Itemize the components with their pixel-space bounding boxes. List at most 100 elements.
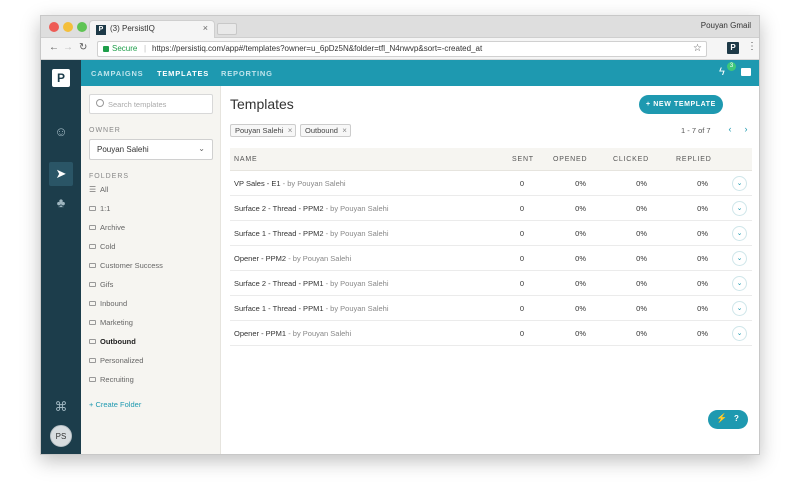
template-name-cell[interactable]: VP Sales - E1 - by Pouyan Salehi [234, 179, 346, 188]
column-header-opened[interactable]: OPENED [553, 156, 587, 163]
column-header-name[interactable]: NAME [234, 156, 257, 163]
template-name-cell[interactable]: Surface 2 - Thread - PPM1 - by Pouyan Sa… [234, 279, 389, 288]
avatar[interactable]: PS [50, 425, 72, 447]
help-icon[interactable]: ? [734, 414, 739, 423]
column-header-clicked[interactable]: CLICKED [613, 156, 649, 163]
tab-close-icon[interactable]: × [203, 23, 208, 33]
folder-label: 1:1 [100, 204, 111, 213]
close-window-button[interactable] [49, 22, 59, 32]
create-folder-link[interactable]: + Create Folder [89, 400, 141, 409]
chevron-down-icon[interactable]: ⌄ [732, 226, 747, 241]
clicked-cell: 0% [636, 329, 647, 338]
folder-label: Archive [100, 223, 126, 232]
persistiq-logo[interactable]: P [52, 69, 70, 87]
sent-cell: 0 [519, 304, 524, 313]
template-name-cell[interactable]: Opener - PPM1 - by Pouyan Salehi [234, 329, 351, 338]
folder-item-1-1[interactable]: 1:1 [89, 203, 213, 217]
nav-campaigns[interactable]: CAMPAIGNS [91, 69, 143, 78]
clicked-cell: 0% [636, 304, 647, 313]
table-row[interactable]: Opener - PPM2 - by Pouyan Salehi 0 0% 0%… [230, 246, 752, 271]
browser-tab[interactable]: P (3) PersistIQ × [89, 20, 215, 38]
folder-item-gifs[interactable]: Gifs [89, 279, 213, 293]
chevron-down-icon[interactable]: ⌄ [732, 201, 747, 216]
send-icon[interactable]: ➤ [49, 162, 73, 186]
folder-icon [89, 282, 96, 287]
bookmark-star-icon[interactable]: ☆ [693, 43, 702, 54]
folder-item-personalized[interactable]: Personalized [89, 355, 213, 369]
replied-cell: 0% [697, 329, 708, 338]
back-arrow-icon[interactable]: ← [49, 42, 59, 53]
template-name-cell[interactable]: Surface 1 - Thread - PPM1 - by Pouyan Sa… [234, 304, 389, 313]
table-row[interactable]: VP Sales - E1 - by Pouyan Salehi 0 0% 0%… [230, 171, 752, 196]
minimize-window-button[interactable] [63, 22, 73, 32]
table-row[interactable]: Surface 2 - Thread - PPM1 - by Pouyan Sa… [230, 271, 752, 296]
opened-cell: 0% [575, 179, 586, 188]
chevron-down-icon[interactable]: ⌄ [732, 276, 747, 291]
help-widget[interactable]: ⚡ ? [708, 410, 748, 429]
template-name: Surface 2 - Thread - PPM1 [234, 279, 324, 288]
folder-icon [89, 377, 96, 382]
folder-icon [89, 320, 96, 325]
nav-templates[interactable]: TEMPLATES [157, 69, 209, 78]
template-owner: - by Pouyan Salehi [323, 229, 389, 238]
chevron-left-icon[interactable]: ‹ [723, 123, 737, 137]
folder-item-inbound[interactable]: Inbound [89, 298, 213, 312]
extension-icon[interactable]: P [727, 42, 739, 54]
lightning-bolt-icon[interactable]: ϟ [719, 66, 725, 78]
top-nav: CAMPAIGNS TEMPLATES REPORTING ϟ 3 [81, 60, 759, 86]
column-header-replied[interactable]: REPLIED [676, 156, 712, 163]
folder-label: Outbound [100, 337, 136, 346]
column-header-sent[interactable]: SENT [512, 156, 534, 163]
chevron-down-icon[interactable]: ⌄ [732, 251, 747, 266]
folder-item-outbound[interactable]: Outbound [89, 336, 213, 350]
new-template-button[interactable]: + NEW TEMPLATE [639, 95, 723, 114]
browser-profile-name[interactable]: Pouyan Gmail [701, 21, 751, 30]
template-name-cell[interactable]: Surface 2 - Thread - PPM2 - by Pouyan Sa… [234, 204, 389, 213]
forward-arrow-icon[interactable]: → [63, 42, 73, 53]
owner-select[interactable]: Pouyan Salehi ⌄ [89, 139, 213, 160]
folder-item-marketing[interactable]: Marketing [89, 317, 213, 331]
folder-icon [89, 358, 96, 363]
template-name-cell[interactable]: Surface 1 - Thread - PPM2 - by Pouyan Sa… [234, 229, 389, 238]
mail-icon[interactable] [741, 68, 751, 76]
magic-wand-icon[interactable]: ⚡ [716, 413, 727, 424]
chevron-right-icon[interactable]: › [739, 123, 753, 137]
close-icon[interactable]: × [342, 125, 347, 136]
maximize-window-button[interactable] [77, 22, 87, 32]
nav-reporting[interactable]: REPORTING [221, 69, 273, 78]
browser-menu-icon[interactable]: ⋮ [747, 41, 757, 52]
replied-cell: 0% [697, 304, 708, 313]
clicked-cell: 0% [636, 229, 647, 238]
opened-cell: 0% [575, 204, 586, 213]
folder-label: Customer Success [100, 261, 163, 270]
template-name-cell[interactable]: Opener - PPM2 - by Pouyan Salehi [234, 254, 351, 263]
owner-value: Pouyan Salehi [97, 145, 149, 154]
url-field[interactable]: Secure | https://persistiq.com/app#/temp… [97, 41, 707, 57]
opened-cell: 0% [575, 279, 586, 288]
search-input[interactable] [108, 96, 208, 112]
close-icon[interactable]: × [288, 125, 293, 136]
table-row[interactable]: Opener - PPM1 - by Pouyan Salehi 0 0% 0%… [230, 321, 752, 346]
page-title: Templates [230, 96, 294, 112]
reload-icon[interactable]: ↻ [79, 42, 87, 53]
org-chart-icon[interactable]: ♣ [49, 191, 73, 215]
folder-item-cold[interactable]: Cold [89, 241, 213, 255]
table-row[interactable]: Surface 1 - Thread - PPM1 - by Pouyan Sa… [230, 296, 752, 321]
chevron-down-icon[interactable]: ⌄ [732, 326, 747, 341]
chevron-down-icon[interactable]: ⌄ [732, 176, 747, 191]
folder-item-customer-success[interactable]: Customer Success [89, 260, 213, 274]
command-icon[interactable]: ⌘ [49, 395, 73, 419]
folder-item-recruiting[interactable]: Recruiting [89, 374, 213, 388]
contacts-icon[interactable]: ☺ [49, 120, 73, 144]
template-name: Surface 1 - Thread - PPM2 [234, 229, 324, 238]
chevron-down-icon[interactable]: ⌄ [732, 301, 747, 316]
table-row[interactable]: Surface 1 - Thread - PPM2 - by Pouyan Sa… [230, 221, 752, 246]
new-tab-button[interactable] [217, 23, 237, 35]
template-owner: - by Pouyan Salehi [286, 329, 352, 338]
folder-item-all[interactable]: ☰ All [89, 184, 213, 198]
secure-label: Secure [112, 44, 138, 53]
folder-item-archive[interactable]: Archive [89, 222, 213, 236]
clicked-cell: 0% [636, 254, 647, 263]
template-name: Opener - PPM1 [234, 329, 287, 338]
table-row[interactable]: Surface 2 - Thread - PPM2 - by Pouyan Sa… [230, 196, 752, 221]
